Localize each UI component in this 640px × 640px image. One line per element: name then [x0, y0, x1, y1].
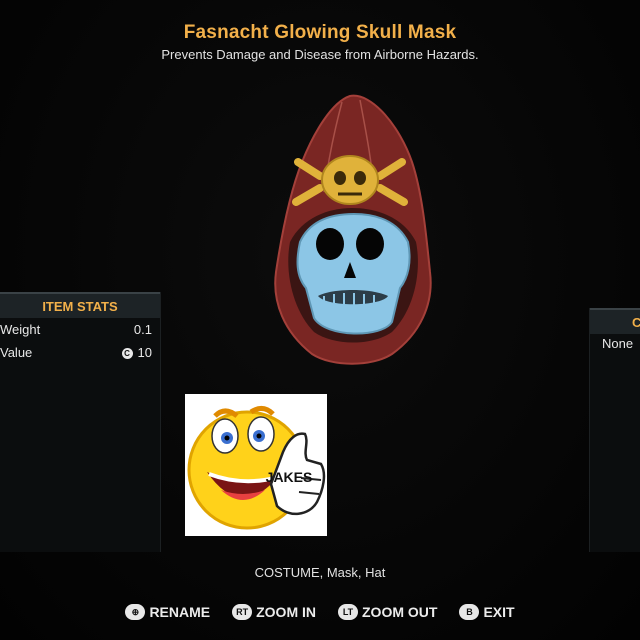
item-title: Fasnacht Glowing Skull Mask — [183, 22, 457, 43]
rename-button[interactable]: ⊕ RENAME — [125, 604, 210, 620]
exit-label: EXIT — [483, 604, 515, 620]
rename-label: RENAME — [149, 604, 211, 620]
stat-row-value: Value C 10 — [0, 341, 160, 364]
b-button-icon: B — [459, 604, 480, 620]
comparison-value: None — [602, 336, 634, 351]
item-stats-panel: ITEM STATS Weight 0.1 Value C 10 — [0, 292, 161, 552]
smiley-face-icon: JAKES — [187, 406, 326, 530]
skull-mask-model — [274, 94, 432, 365]
zoom-out-label: ZOOM OUT — [362, 604, 438, 620]
stat-value: 10 — [137, 345, 152, 360]
control-hints: ⊕ RENAME RT ZOOM IN LT ZOOM OUT B EXIT — [0, 604, 640, 620]
item-stats-header: ITEM STATS — [0, 292, 160, 318]
smiley-thumbs-up-sticker: JAKES — [185, 394, 327, 536]
sticker-label: JAKES — [266, 469, 313, 485]
rt-button-icon: RT — [232, 604, 253, 620]
stat-value-caps: C 10 — [121, 345, 152, 360]
stat-label: Value — [0, 345, 33, 360]
caps-icon: C — [121, 348, 133, 359]
stat-label: Weight — [0, 322, 41, 337]
comparison-panel: C None — [589, 308, 640, 552]
zoom-out-button[interactable]: LT ZOOM OUT — [338, 604, 437, 620]
zoom-in-label: ZOOM IN — [256, 604, 316, 620]
item-description: Prevents Damage and Disease from Airborn… — [161, 47, 479, 62]
stat-value: 0.1 — [133, 322, 152, 337]
exit-button[interactable]: B EXIT — [459, 604, 515, 620]
item-tags: COSTUME, Mask, Hat — [254, 565, 386, 580]
comparison-header: C — [590, 308, 640, 334]
zoom-in-button[interactable]: RT ZOOM IN — [232, 604, 316, 620]
view-button-icon: ⊕ — [125, 604, 146, 620]
stat-row-weight: Weight 0.1 — [0, 318, 160, 341]
lt-button-icon: LT — [338, 604, 358, 620]
